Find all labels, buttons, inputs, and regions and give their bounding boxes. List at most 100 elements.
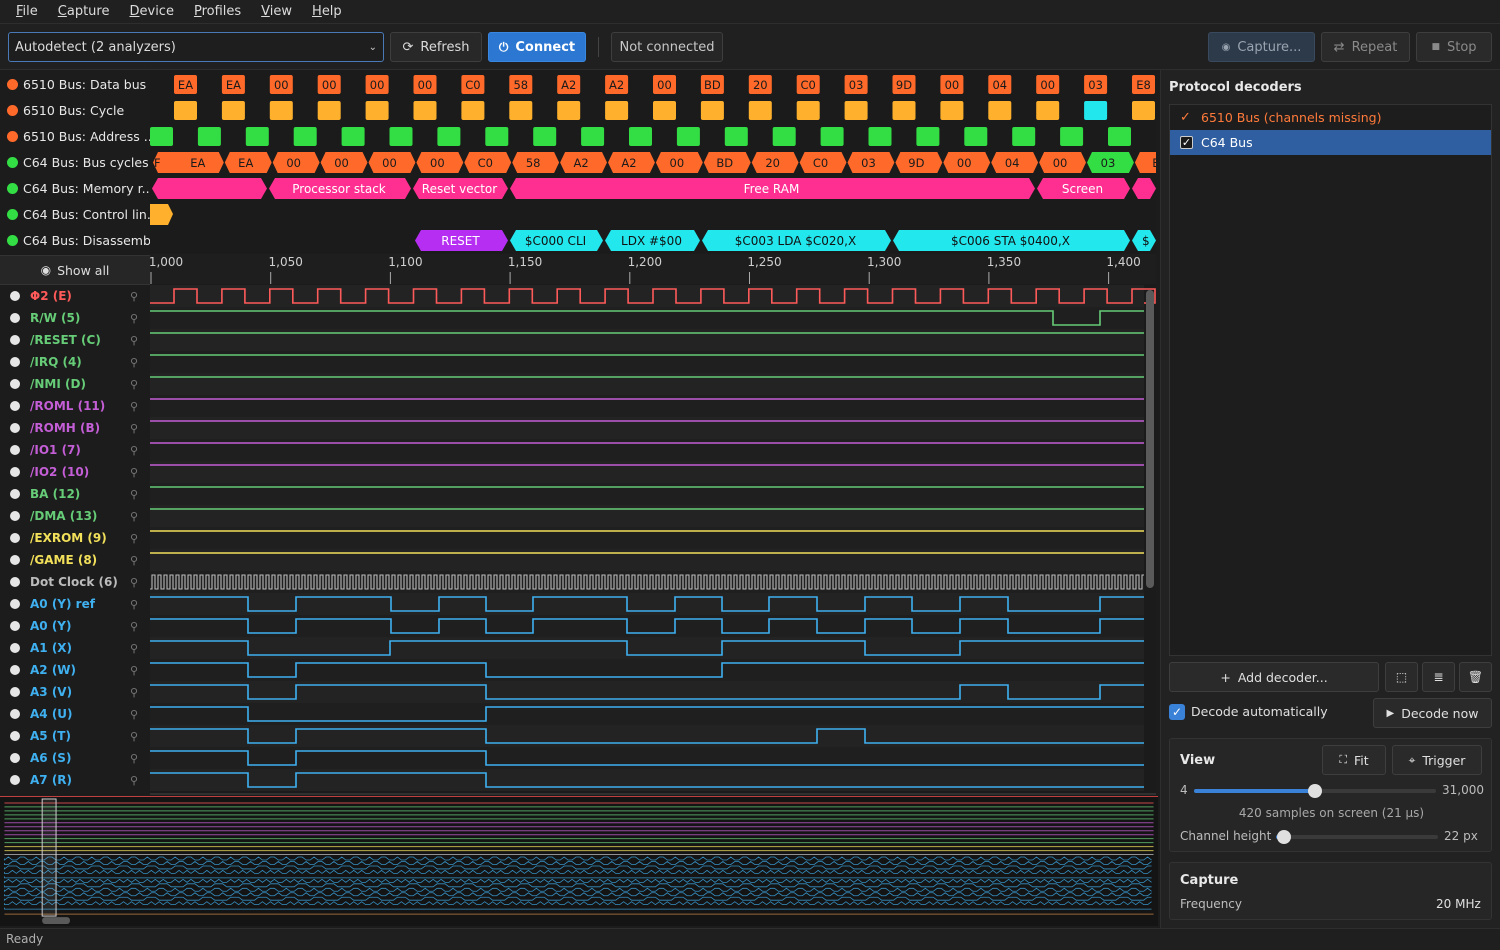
channel-label[interactable]: A3 (V) ⚲ xyxy=(0,681,150,703)
layers-button[interactable]: ⬚ xyxy=(1385,662,1418,692)
refresh-button[interactable]: ⟳ Refresh xyxy=(390,32,482,62)
channel-visibility-icon[interactable] xyxy=(10,533,20,543)
bus-cycle-cell[interactable]: EA xyxy=(224,152,272,173)
pin-icon[interactable]: ⚲ xyxy=(130,774,138,787)
bus-cycle-cell[interactable]: 03 xyxy=(847,152,895,173)
channel-visibility-icon[interactable] xyxy=(10,621,20,631)
pin-icon[interactable]: ⚲ xyxy=(130,444,138,457)
decoder-row-label[interactable]: 6510 Bus: Data bus xyxy=(0,71,150,97)
address-marker[interactable] xyxy=(1060,127,1084,146)
menu-profiles[interactable]: Profiles xyxy=(184,0,251,24)
channel-label[interactable]: /IRQ (4) ⚲ xyxy=(0,351,150,373)
decode-now-button[interactable]: ▶ Decode now xyxy=(1373,698,1492,728)
address-marker[interactable] xyxy=(629,127,652,146)
fit-button[interactable]: ⛶ Fit xyxy=(1322,745,1386,775)
cycle-marker[interactable] xyxy=(1084,101,1108,120)
address-marker[interactable] xyxy=(150,127,173,146)
decode-auto-checkbox[interactable]: ✓ xyxy=(1169,704,1185,720)
cycle-marker[interactable] xyxy=(940,101,964,120)
pin-icon[interactable]: ⚲ xyxy=(130,554,138,567)
bus-cycle-cell[interactable]: C0 xyxy=(799,152,847,173)
address-marker[interactable] xyxy=(724,127,748,146)
data-bus-cell[interactable]: 04 xyxy=(988,75,1012,94)
channel-label[interactable]: A0 (Y) ⚲ xyxy=(0,615,150,637)
pin-icon[interactable]: ⚲ xyxy=(130,290,138,303)
channel-visibility-icon[interactable] xyxy=(10,489,20,499)
disassembly-item[interactable]: LDX #$00 xyxy=(605,230,700,251)
data-bus-cell[interactable]: 00 xyxy=(365,75,389,94)
data-bus-cell[interactable]: 00 xyxy=(413,75,437,94)
channel-label[interactable]: /ROMH (B) ⚲ xyxy=(0,417,150,439)
cycle-marker[interactable] xyxy=(221,101,245,120)
decoder-row-label[interactable]: C64 Bus: Bus cycles xyxy=(0,149,150,175)
pin-icon[interactable]: ⚲ xyxy=(130,642,138,655)
capture-button[interactable]: ◉ Capture... xyxy=(1208,32,1315,62)
address-marker[interactable] xyxy=(437,127,461,146)
data-bus-cell[interactable]: 03 xyxy=(844,75,868,94)
bus-cycle-cell[interactable]: A2 xyxy=(608,152,655,173)
bus-cycle-cell[interactable]: 58 xyxy=(512,152,560,173)
bus-cycle-cell[interactable]: 00 xyxy=(655,152,703,173)
data-bus-cell[interactable]: EA xyxy=(221,75,245,94)
menu-file[interactable]: File xyxy=(6,0,48,24)
channel-label[interactable]: R/W (5) ⚲ xyxy=(0,307,150,329)
decoder-item-6510[interactable]: ✓ 6510 Bus (channels missing) xyxy=(1170,105,1491,130)
channel-visibility-icon[interactable] xyxy=(10,401,20,411)
pin-icon[interactable]: ⚲ xyxy=(130,422,138,435)
cycle-marker[interactable] xyxy=(461,101,485,120)
data-bus-cell[interactable]: 00 xyxy=(653,75,676,94)
channel-label[interactable]: A5 (T) ⚲ xyxy=(0,725,150,747)
disassembly-item[interactable]: $C003 LDA $C020,X xyxy=(702,230,891,251)
cycle-marker[interactable] xyxy=(653,101,676,120)
bus-cycle-cell[interactable]: 20 xyxy=(751,152,799,173)
menu-help[interactable]: Help xyxy=(302,0,352,24)
channel-label[interactable]: A6 (S) ⚲ xyxy=(0,747,150,769)
menu-device[interactable]: Device xyxy=(119,0,183,24)
pin-icon[interactable]: ⚲ xyxy=(130,752,138,765)
decoder-item-c64[interactable]: ✓ C64 Bus xyxy=(1170,130,1491,155)
memory-region[interactable]: Processor stack xyxy=(269,178,411,199)
cycle-marker[interactable] xyxy=(988,101,1012,120)
data-bus-cell[interactable]: 9D xyxy=(892,75,916,94)
decoder-row-label[interactable]: C64 Bus: Control lin... xyxy=(0,201,150,227)
waveform-plot[interactable]: EA EA 00 00 00 00 C0 58 A2 A2 00 BD 20 C0 03 9D 00 04 00 03… xyxy=(150,70,1156,796)
channel-label[interactable]: A1 (X) ⚲ xyxy=(0,637,150,659)
cycle-marker[interactable] xyxy=(892,101,916,120)
channel-label[interactable]: Φ2 (E) ⚲ xyxy=(0,285,150,307)
address-marker[interactable] xyxy=(533,127,557,146)
pin-icon[interactable]: ⚲ xyxy=(130,532,138,545)
settings-button[interactable]: ≣ xyxy=(1422,662,1455,692)
channel-height-knob[interactable] xyxy=(1277,830,1292,844)
menu-capture[interactable]: Capture xyxy=(48,0,120,24)
data-bus-cell[interactable]: 20 xyxy=(748,75,772,94)
cycle-marker[interactable] xyxy=(700,101,724,120)
pin-icon[interactable]: ⚲ xyxy=(130,400,138,413)
disassembly-item[interactable]: RESET xyxy=(415,230,508,251)
cycle-marker[interactable] xyxy=(1036,101,1060,120)
data-bus-cell[interactable]: 00 xyxy=(940,75,964,94)
data-bus-cell[interactable]: 03 xyxy=(1084,75,1108,94)
channel-label[interactable]: /IO1 (7) ⚲ xyxy=(0,439,150,461)
control-line-marker[interactable] xyxy=(150,204,173,225)
bus-cycle-cell[interactable]: 04 xyxy=(991,152,1039,173)
decoder-row-label[interactable]: 6510 Bus: Cycle xyxy=(0,97,150,123)
bus-cycle-cell[interactable]: EA xyxy=(176,152,224,173)
data-bus-cell[interactable]: EA xyxy=(174,75,197,94)
data-bus-cell[interactable]: 00 xyxy=(317,75,341,94)
add-decoder-button[interactable]: + Add decoder... xyxy=(1169,662,1379,692)
bus-cycle-cell[interactable]: A2 xyxy=(560,152,607,173)
channel-label[interactable]: A0 (Y) ref ⚲ xyxy=(0,593,150,615)
channel-label[interactable]: /RESET (C) ⚲ xyxy=(0,329,150,351)
data-bus-cell[interactable]: 00 xyxy=(269,75,293,94)
channel-visibility-icon[interactable] xyxy=(10,445,20,455)
cycle-marker[interactable] xyxy=(174,101,197,120)
channel-label[interactable]: A7 (R) ⚲ xyxy=(0,769,150,791)
pin-icon[interactable]: ⚲ xyxy=(130,620,138,633)
pin-icon[interactable]: ⚲ xyxy=(130,510,138,523)
channel-label[interactable]: Dot Clock (6) ⚲ xyxy=(0,571,150,593)
address-marker[interactable] xyxy=(581,127,605,146)
data-bus-cell[interactable]: C0 xyxy=(796,75,820,94)
channel-visibility-icon[interactable] xyxy=(10,555,20,565)
channel-visibility-icon[interactable] xyxy=(10,335,20,345)
show-all-button[interactable]: ◉ Show all xyxy=(0,255,150,285)
